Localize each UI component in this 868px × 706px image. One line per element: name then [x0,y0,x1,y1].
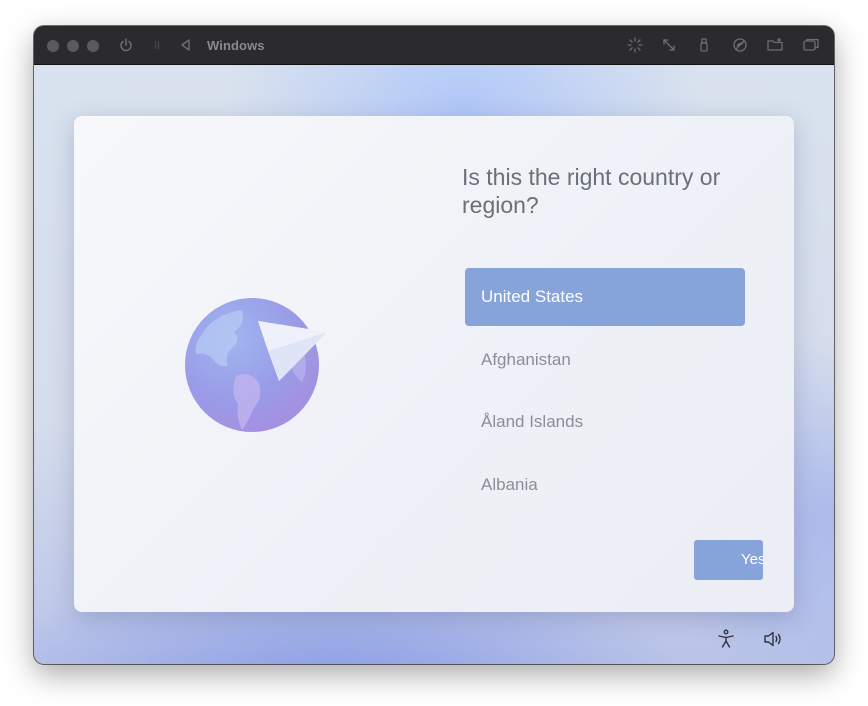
globe-illustration [184,296,329,436]
window-title: Windows [207,38,265,53]
country-list[interactable]: United States Afghanistan Åland Islands … [465,268,745,518]
yes-button[interactable]: Yes [694,540,763,580]
vm-window: Windows Is this the right country or reg… [34,26,834,664]
pause-icon[interactable] [148,36,166,54]
oobe-dialog: Is this the right country or region? Uni… [74,116,794,612]
brightness-icon[interactable] [626,36,644,54]
country-option-afghanistan[interactable]: Afghanistan [465,331,745,389]
country-option-united-states[interactable]: United States [465,268,745,326]
power-icon[interactable] [117,36,135,54]
vm-display[interactable]: Is this the right country or region? Uni… [34,65,834,664]
title-bar: Windows [34,26,834,65]
country-option-albania[interactable]: Albania [465,456,745,514]
resize-icon[interactable] [660,36,678,54]
minimize-window-button[interactable] [67,40,79,52]
window-switch-icon[interactable] [802,36,820,54]
country-option-aland-islands[interactable]: Åland Islands [465,393,745,451]
close-window-button[interactable] [47,40,59,52]
no-network-icon[interactable] [731,36,749,54]
shared-folder-icon[interactable] [766,36,784,54]
usb-icon[interactable] [695,36,713,54]
accessibility-icon[interactable] [715,628,737,650]
volume-icon[interactable] [762,628,784,650]
zoom-window-button[interactable] [87,40,99,52]
page-title: Is this the right country or region? [462,164,721,218]
back-icon[interactable] [177,36,195,54]
